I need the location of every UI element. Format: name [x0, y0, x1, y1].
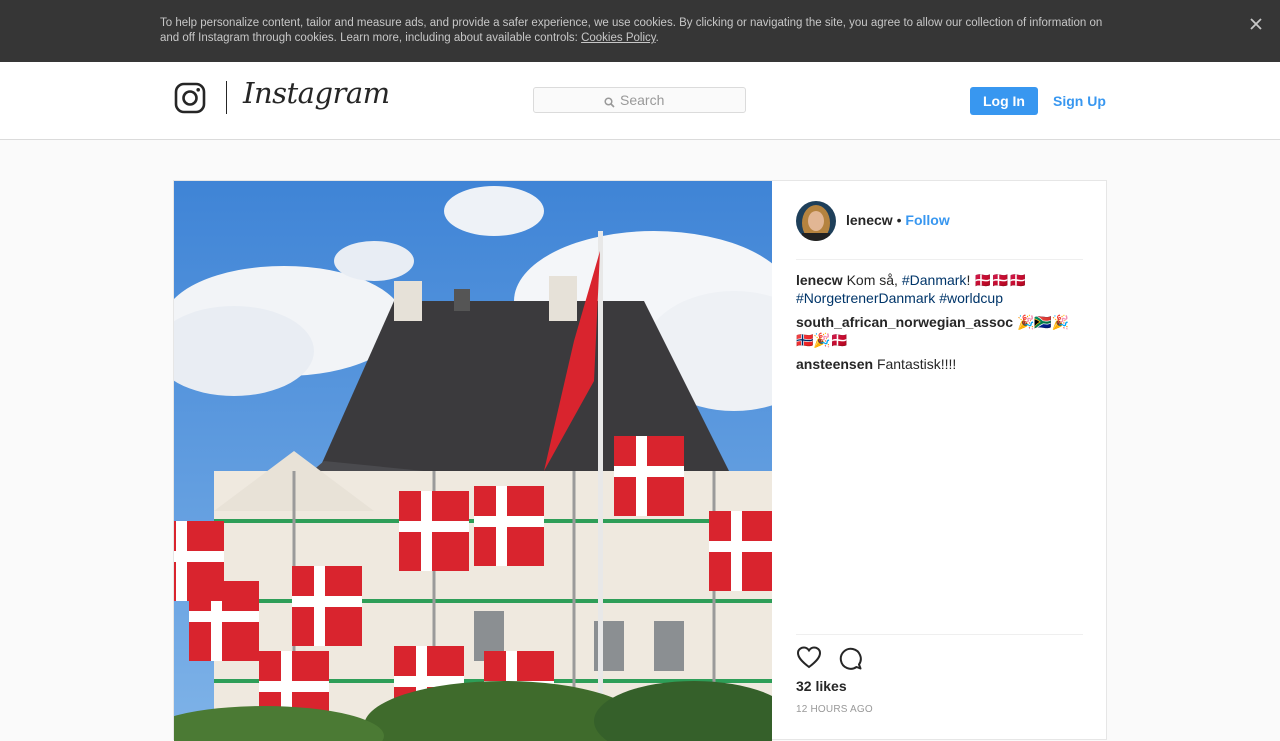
post-sidebar: lenecw • Follow lenecw Kom så, #Danmark!… — [772, 181, 1108, 741]
comment-item: ansteensen Fantastisk!!!! — [796, 355, 1086, 373]
author-line: lenecw • Follow — [846, 212, 950, 228]
comments-list: lenecw Kom så, #Danmark! 🇩🇰🇩🇰🇩🇰 #Norgetre… — [796, 271, 1086, 379]
hashtag-link[interactable]: #NorgetrenerDanmark — [796, 290, 935, 306]
search-box[interactable] — [533, 87, 746, 113]
author-bullet: • — [896, 212, 902, 228]
author-avatar[interactable] — [796, 201, 836, 241]
login-button[interactable]: Log In — [970, 87, 1038, 115]
comment-text: Fantastisk!!!! — [876, 356, 957, 372]
hashtag-link[interactable]: #worldcup — [939, 290, 1003, 306]
comment-username[interactable]: ansteensen — [796, 356, 873, 372]
instagram-glyph-icon[interactable] — [174, 82, 206, 114]
likes-count[interactable]: 32 likes — [796, 678, 847, 694]
header-divider — [796, 259, 1083, 260]
flag-emoji: 🇩🇰🇩🇰🇩🇰 — [974, 272, 1027, 288]
post-photo[interactable] — [174, 181, 772, 741]
caption-comment: lenecw Kom så, #Danmark! 🇩🇰🇩🇰🇩🇰 #Norgetre… — [796, 271, 1086, 307]
follow-button[interactable]: Follow — [905, 212, 949, 228]
comment-icon[interactable] — [837, 645, 863, 671]
cookie-period: . — [655, 32, 659, 44]
instagram-wordmark[interactable]: Instagram — [243, 76, 390, 110]
close-icon[interactable] — [1246, 14, 1266, 34]
comment-username[interactable]: lenecw — [796, 272, 843, 288]
post-card: lenecw • Follow lenecw Kom så, #Danmark!… — [173, 180, 1108, 741]
post-timestamp: 12 HOURS AGO — [796, 704, 873, 715]
logo-divider — [226, 81, 227, 114]
search-input[interactable] — [620, 88, 740, 112]
top-nav: Instagram Log In Sign Up — [0, 62, 1280, 140]
cookies-policy-link[interactable]: Cookies Policy — [581, 32, 656, 44]
search-icon — [604, 95, 615, 108]
comment-text: Kom så, — [842, 272, 902, 288]
author-username[interactable]: lenecw — [846, 212, 893, 228]
cookie-text: To help personalize content, tailor and … — [160, 16, 1110, 46]
hashtag-link[interactable]: #Danmark — [902, 272, 967, 288]
cookie-banner: To help personalize content, tailor and … — [0, 0, 1280, 62]
comment-username[interactable]: south_african_norwegian_assoc — [796, 314, 1013, 330]
actions-divider — [796, 634, 1083, 635]
signup-link[interactable]: Sign Up — [1053, 87, 1106, 115]
comment-item: south_african_norwegian_assoc 🎉🇿🇦🎉🇳🇴🎉🇩🇰 — [796, 313, 1086, 349]
heart-icon[interactable] — [796, 645, 822, 671]
